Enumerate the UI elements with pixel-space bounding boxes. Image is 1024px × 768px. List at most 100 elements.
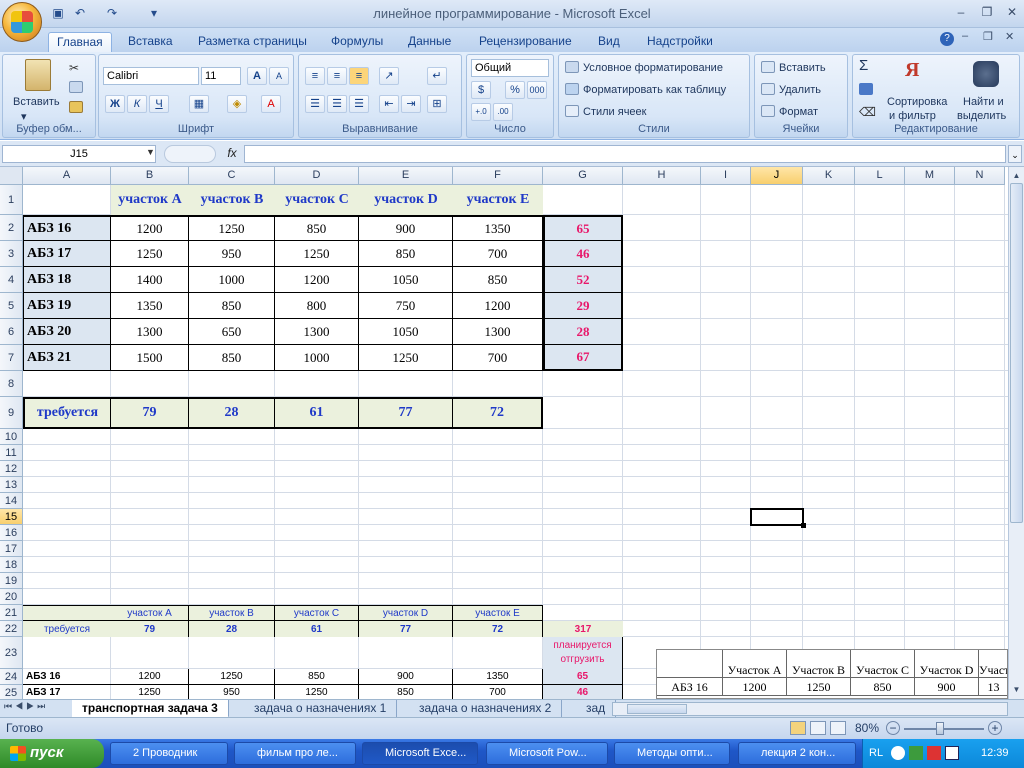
tab-data[interactable]: Данные: [400, 32, 459, 52]
row-header[interactable]: 23: [0, 637, 23, 669]
taskbar-item[interactable]: лекция 2 кон...: [738, 742, 856, 765]
column-header[interactable]: G: [543, 167, 623, 185]
table-cell[interactable]: 900: [359, 215, 453, 241]
ribbon-minimize-icon[interactable]: ‒: [962, 30, 968, 42]
ribbon-restore-icon[interactable]: ❐: [983, 30, 993, 43]
table-cell[interactable]: 1200: [111, 215, 189, 241]
table-cell[interactable]: 800: [275, 293, 359, 319]
table2-planned-label[interactable]: планируется отгрузить: [543, 637, 623, 669]
tab-view[interactable]: Вид: [590, 32, 628, 52]
table-cell[interactable]: 1000: [275, 345, 359, 371]
sheet-tab[interactable]: зад: [576, 700, 617, 718]
table2-required-cell[interactable]: 28: [189, 621, 275, 637]
grow-font-button[interactable]: A: [247, 67, 267, 85]
clear-icon[interactable]: ⌫: [859, 105, 876, 119]
row-header[interactable]: 1: [0, 185, 23, 215]
wrap-text-icon[interactable]: ↵: [427, 67, 447, 85]
shrink-font-button[interactable]: A: [269, 67, 289, 85]
tray-display-icon[interactable]: [945, 746, 959, 760]
minimize-icon[interactable]: ‒: [952, 5, 970, 19]
table2-header-cell[interactable]: участок B: [189, 605, 275, 621]
page-break-view-icon[interactable]: [830, 721, 846, 735]
page-layout-view-icon[interactable]: [810, 721, 826, 735]
table-cell[interactable]: 1400: [111, 267, 189, 293]
required-cell[interactable]: 28: [189, 397, 275, 429]
format-cells-button[interactable]: Формат: [779, 105, 818, 119]
tab-page-layout[interactable]: Разметка страницы: [190, 32, 315, 52]
table-cell[interactable]: 1050: [359, 319, 453, 345]
office-button[interactable]: [2, 2, 42, 42]
row-header[interactable]: 14: [0, 493, 23, 509]
table2-required-label[interactable]: требуется: [23, 621, 111, 637]
sheet-nav-icon[interactable]: ⏮◀▶⏭: [4, 701, 48, 712]
zoom-slider-thumb[interactable]: [936, 722, 944, 735]
column-header[interactable]: C: [189, 167, 275, 185]
row-header[interactable]: 7: [0, 345, 23, 371]
table-cell[interactable]: 1000: [189, 267, 275, 293]
table-cell[interactable]: 950: [189, 241, 275, 267]
fill-handle[interactable]: [801, 523, 806, 528]
required-cell[interactable]: 79: [111, 397, 189, 429]
sort-filter-line2[interactable]: и фильтр: [889, 109, 936, 123]
align-center-icon[interactable]: ☰: [327, 95, 347, 113]
table-cell[interactable]: 850: [189, 293, 275, 319]
find-select-line1[interactable]: Найти и: [963, 95, 1004, 109]
cut-icon[interactable]: ✂: [69, 61, 83, 75]
table2-row-label[interactable]: АБЗ 16: [23, 669, 111, 685]
maximize-icon[interactable]: ❐: [978, 5, 996, 19]
merge-center-icon[interactable]: ⊞: [427, 95, 447, 113]
align-bottom-icon[interactable]: ≡: [349, 67, 369, 85]
table-row-label[interactable]: АБЗ 16: [23, 215, 111, 241]
bold-button[interactable]: Ж: [105, 95, 125, 113]
supply-cell[interactable]: 67: [543, 345, 623, 371]
table-cell[interactable]: 1350: [111, 293, 189, 319]
borders-icon[interactable]: ▦: [189, 95, 209, 113]
row-header[interactable]: 12: [0, 461, 23, 477]
delete-cells-button[interactable]: Удалить: [779, 83, 821, 97]
copy-icon[interactable]: [69, 81, 83, 93]
required-cell[interactable]: 61: [275, 397, 359, 429]
increase-indent-icon[interactable]: ⇥: [401, 95, 421, 113]
supply-cell[interactable]: 29: [543, 293, 623, 319]
zoom-level[interactable]: 80%: [855, 721, 879, 735]
column-header[interactable]: B: [111, 167, 189, 185]
worksheet-grid[interactable]: A B C D E F G H I J K L M N 1 2 3 4 5 6 7 8 9 10 11 12 13 14 15 16 17 1…: [0, 167, 1008, 699]
table2-cell[interactable]: 850: [275, 669, 359, 685]
find-select-line2[interactable]: выделить: [957, 109, 1006, 123]
table2-required-cell[interactable]: 77: [359, 621, 453, 637]
table-row-label[interactable]: АБЗ 20: [23, 319, 111, 345]
table-cell[interactable]: 1250: [189, 215, 275, 241]
row-header[interactable]: 5: [0, 293, 23, 319]
vertical-scroll-thumb[interactable]: [1010, 183, 1023, 523]
column-header[interactable]: E: [359, 167, 453, 185]
currency-icon[interactable]: $: [471, 81, 491, 99]
table2-header-cell[interactable]: участок C: [275, 605, 359, 621]
font-color-icon[interactable]: A: [261, 95, 281, 113]
cell-styles-button[interactable]: Стили ячеек: [583, 105, 646, 119]
scroll-down-icon[interactable]: ▼: [1010, 683, 1023, 696]
table-row-label[interactable]: АБЗ 21: [23, 345, 111, 371]
row-header[interactable]: 8: [0, 371, 23, 397]
row-header[interactable]: 25: [0, 685, 23, 699]
table-cell[interactable]: 1300: [453, 319, 543, 345]
row-header[interactable]: 13: [0, 477, 23, 493]
table2-cell[interactable]: 1250: [111, 685, 189, 699]
language-indicator[interactable]: RL: [869, 747, 883, 759]
column-header[interactable]: I: [701, 167, 751, 185]
selected-cell[interactable]: [750, 508, 804, 526]
paste-icon[interactable]: [25, 59, 51, 91]
tab-insert[interactable]: Вставка: [120, 32, 181, 52]
table2-cell[interactable]: 900: [359, 669, 453, 685]
help-icon[interactable]: ?: [940, 32, 954, 46]
table-header-cell[interactable]: участок D: [359, 185, 453, 215]
decrease-decimal-icon[interactable]: .00: [493, 103, 513, 121]
table-cell[interactable]: 650: [189, 319, 275, 345]
tab-formulas[interactable]: Формулы: [323, 32, 391, 52]
table-header-cell[interactable]: участок C: [275, 185, 359, 215]
row-header[interactable]: 21: [0, 605, 23, 621]
column-header[interactable]: N: [955, 167, 1005, 185]
table-header-cell[interactable]: участок E: [453, 185, 543, 215]
table2-cell[interactable]: 1250: [189, 669, 275, 685]
column-header[interactable]: K: [803, 167, 855, 185]
pasted-table-image[interactable]: Участок A Участок B Участок C Участок D Учас…: [656, 649, 1008, 699]
